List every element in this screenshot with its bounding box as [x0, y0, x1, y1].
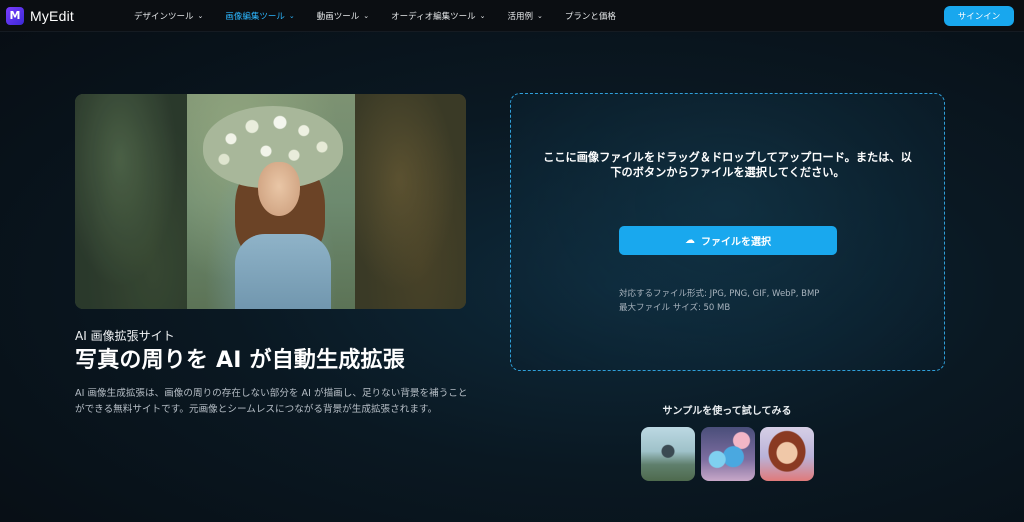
nav-item-video-tools[interactable]: 動画ツール ⌄ [317, 10, 369, 22]
myedit-logo-icon: M [6, 6, 24, 25]
sample-image-product[interactable] [701, 427, 755, 481]
upload-instructions: ここに画像ファイルをドラッグ＆ドロップしてアップロード。または、以下のボタンから… [543, 151, 912, 179]
chevron-down-icon: ⌄ [288, 11, 295, 20]
sample-image-landscape[interactable] [641, 427, 695, 481]
nav-menu: デザインツール ⌄ 画像編集ツール ⌄ 動画ツール ⌄ オーディオ編集ツール ⌄ 活用例… [134, 10, 638, 22]
chevron-down-icon: ⌄ [479, 11, 486, 20]
brand-name: MyEdit [30, 7, 74, 24]
nav-item-audio-tools[interactable]: オーディオ編集ツール ⌄ [391, 10, 485, 22]
signin-button[interactable]: サインイン [944, 6, 1014, 26]
nav-item-design-tools[interactable]: デザインツール ⌄ [134, 10, 203, 22]
hero-description: AI 画像生成拡張は、画像の周りの存在しない部分を AI が描画し、足りない背景… [75, 388, 468, 415]
nav-item-use-cases[interactable]: 活用例 ⌄ [507, 10, 542, 22]
select-file-button[interactable]: ☁ ファイルを選択 [619, 226, 837, 255]
max-file-size: 最大ファイル サイズ: 50 MB [619, 303, 731, 313]
file-requirements: 対応するファイル形式: JPG, PNG, GIF, WebP, BMP 最大フ… [619, 287, 819, 315]
chevron-down-icon: ⌄ [536, 11, 543, 20]
nav-item-pricing[interactable]: プランと価格 [565, 10, 616, 22]
nav-item-image-editing-tools[interactable]: 画像編集ツール ⌄ [225, 10, 294, 22]
cloud-upload-icon: ☁ [685, 235, 695, 246]
hero-expanded-left-area [75, 94, 187, 309]
page-title: 写真の周りを AI が自動生成拡張 [75, 348, 405, 373]
chevron-down-icon: ⌄ [197, 11, 204, 20]
brand-logo[interactable]: M MyEdit [6, 6, 116, 25]
supported-formats: 対応するファイル形式: JPG, PNG, GIF, WebP, BMP [619, 289, 820, 299]
sample-image-portrait[interactable] [760, 427, 814, 481]
hero-expanded-right-area [355, 94, 466, 309]
top-nav: M MyEdit デザインツール ⌄ 画像編集ツール ⌄ 動画ツール ⌄ オーディオ編… [0, 0, 1024, 32]
hero-image-expansion-example [75, 94, 466, 309]
hero-girl-face [258, 162, 300, 216]
hero-girl-dress [235, 234, 331, 309]
samples-label: サンプルを使って試してみる [662, 406, 792, 417]
chevron-down-icon: ⌄ [363, 11, 370, 20]
